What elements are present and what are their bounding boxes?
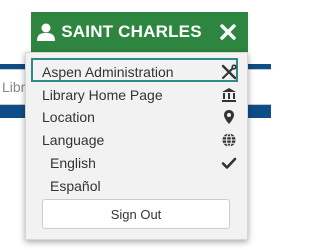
account-dropdown-menu: Aspen Administration Library Home Page L… [25, 52, 248, 240]
language-option-label: Español [50, 177, 101, 194]
user-icon [37, 23, 56, 41]
menu-item-label: Language [42, 131, 105, 148]
sign-out-button[interactable]: Sign Out [42, 199, 230, 229]
account-menu-button[interactable]: SAINT CHARLES [31, 12, 208, 52]
account-name: SAINT CHARLES [61, 22, 202, 41]
menu-item-language[interactable]: Language [26, 128, 247, 151]
globe-icon [221, 132, 237, 148]
menu-item-library-home-page[interactable]: Library Home Page [26, 83, 247, 106]
map-marker-icon [221, 109, 237, 125]
checkmark-icon [221, 155, 237, 171]
library-building-icon [221, 87, 237, 103]
tools-icon [221, 63, 237, 80]
menu-item-label: Library Home Page [42, 86, 163, 103]
close-icon [220, 24, 236, 40]
language-option-espanol[interactable]: Español [26, 174, 247, 197]
menu-item-location[interactable]: Location [26, 105, 247, 128]
menu-item-label: Aspen Administration [42, 63, 174, 80]
menu-item-label: Location [42, 108, 95, 125]
language-option-label: English [50, 154, 96, 171]
language-option-english[interactable]: English [26, 151, 247, 174]
menu-item-aspen-administration[interactable]: Aspen Administration [26, 60, 247, 83]
close-menu-button[interactable] [208, 12, 248, 52]
